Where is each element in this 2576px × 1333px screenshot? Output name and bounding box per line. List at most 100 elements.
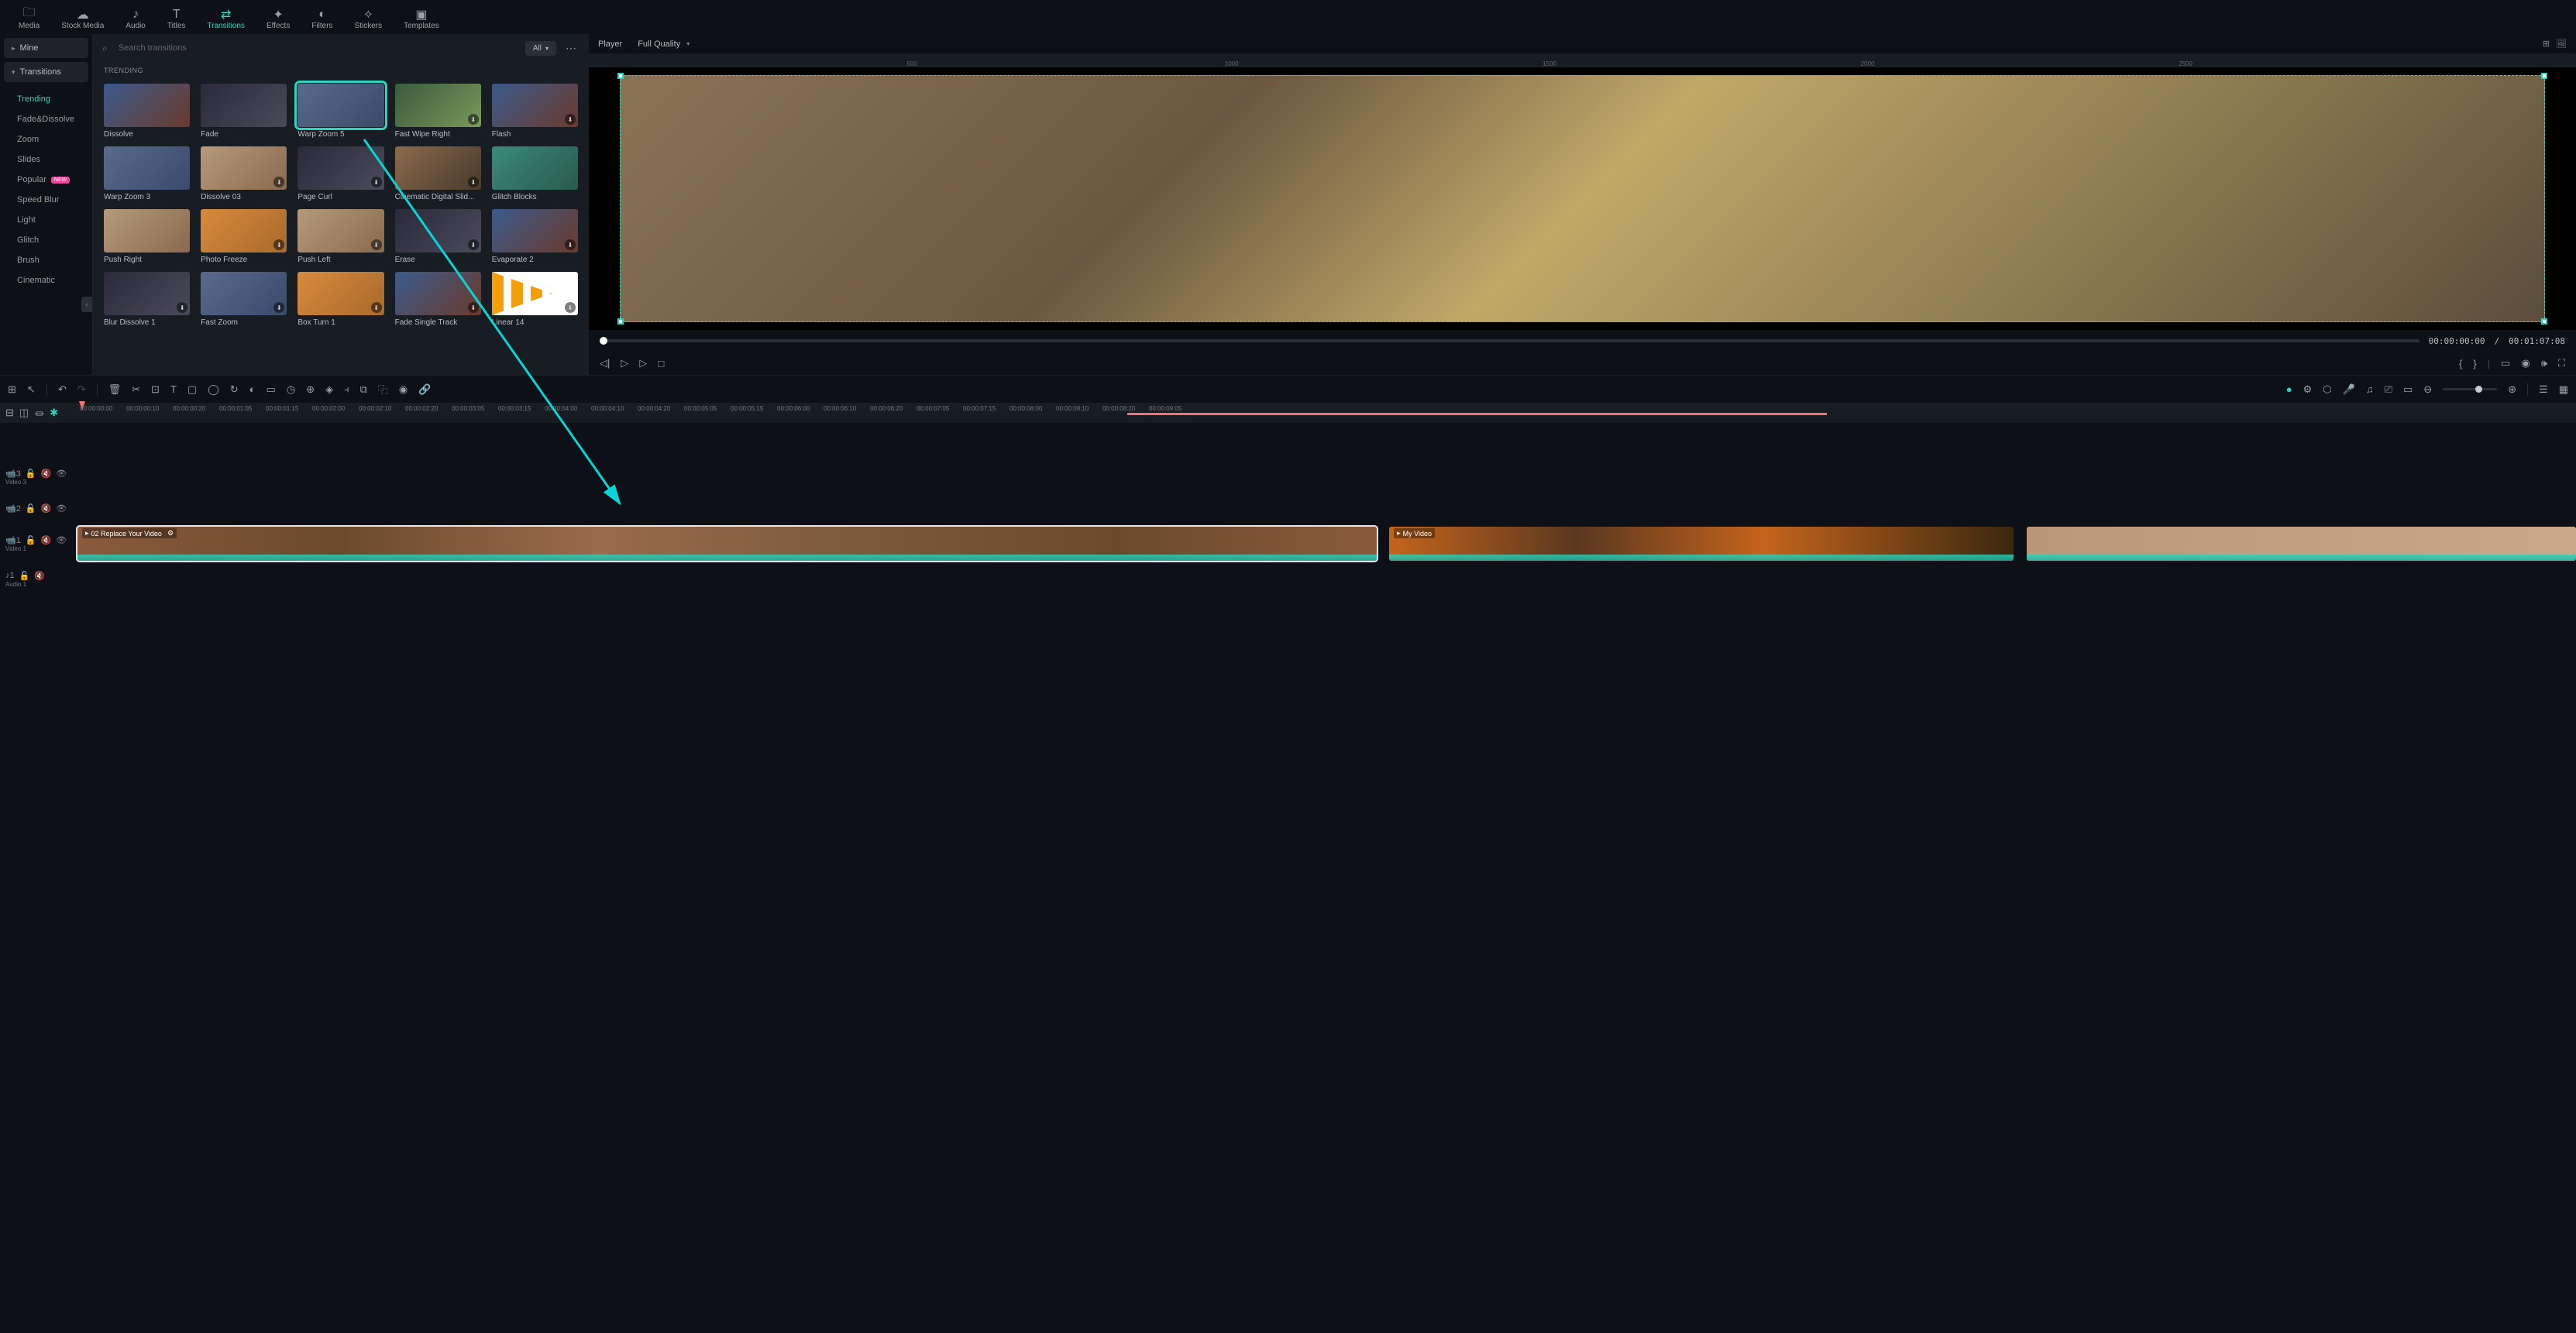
- transition-item[interactable]: ⬇Fast Wipe Right: [395, 84, 481, 139]
- download-icon[interactable]: ⬇: [273, 239, 284, 250]
- volume-icon[interactable]: 🕪: [2541, 357, 2547, 369]
- camera-icon[interactable]: 📹1: [5, 535, 21, 545]
- clip-third[interactable]: [2027, 527, 2576, 561]
- view-icon[interactable]: ▦: [2559, 383, 2568, 396]
- transition-thumb[interactable]: ⬇: [297, 209, 383, 253]
- transition-thumb[interactable]: ⬇: [395, 272, 481, 315]
- undo-icon[interactable]: ↶: [58, 383, 67, 396]
- delete-icon[interactable]: 🗑: [108, 383, 122, 396]
- more-icon[interactable]: ⋯: [562, 42, 580, 55]
- transition-item[interactable]: Dissolve: [104, 84, 190, 139]
- zoom-out-icon[interactable]: ⊖: [2423, 383, 2432, 396]
- adjust-icon[interactable]: ⫞: [344, 383, 349, 396]
- tab-transitions[interactable]: ⇄Transitions: [196, 5, 256, 33]
- transition-thumb[interactable]: ⬇: [492, 272, 578, 315]
- play2-icon[interactable]: ▷: [639, 357, 647, 369]
- music-tl-icon[interactable]: ♫: [2366, 383, 2374, 395]
- snapshot-icon[interactable]: ◉: [2521, 357, 2530, 369]
- handle-icon[interactable]: [617, 318, 624, 325]
- mute-icon[interactable]: 🔇: [34, 571, 45, 581]
- category-item[interactable]: Fade&Dissolve: [0, 109, 92, 129]
- copy-icon[interactable]: ⿻: [378, 382, 388, 397]
- text-tool-icon[interactable]: T: [170, 383, 177, 395]
- download-icon[interactable]: ⬇: [468, 177, 479, 187]
- download-icon[interactable]: ⬇: [371, 239, 382, 250]
- download-icon[interactable]: ⬇: [565, 239, 576, 250]
- transition-item[interactable]: ⬇Linear 14: [492, 272, 578, 327]
- tool1-icon[interactable]: ⊟: [5, 407, 14, 419]
- transition-item[interactable]: Warp Zoom 3: [104, 146, 190, 201]
- group-icon[interactable]: ⧉: [360, 383, 367, 396]
- zoom-slider[interactable]: [2443, 388, 2497, 390]
- download-icon[interactable]: ⬇: [565, 302, 576, 313]
- transition-item[interactable]: ⬇Cinematic Digital Slid...: [395, 146, 481, 201]
- screen-icon[interactable]: ▭: [267, 383, 276, 396]
- transition-thumb[interactable]: [104, 209, 190, 253]
- list-icon[interactable]: ☰: [2539, 383, 2548, 396]
- tab-stock-media[interactable]: ☁Stock Media: [50, 5, 115, 33]
- transition-item[interactable]: ⬇Dissolve 03: [201, 146, 287, 201]
- transition-item[interactable]: ⬇Fade Single Track: [395, 272, 481, 327]
- tab-templates[interactable]: ▣Templates: [393, 5, 450, 33]
- transition-thumb[interactable]: ⬇: [201, 146, 287, 190]
- transition-item[interactable]: ⬇Evaporate 2: [492, 209, 578, 264]
- eye-icon[interactable]: 👁: [56, 535, 67, 545]
- transition-thumb[interactable]: ⬇: [492, 209, 578, 253]
- transition-item[interactable]: ⬇Page Curl: [297, 146, 383, 201]
- transition-thumb[interactable]: ⬇: [297, 272, 383, 315]
- download-icon[interactable]: ⬇: [468, 302, 479, 313]
- grid-view-icon[interactable]: ⊞: [2543, 39, 2550, 49]
- transition-item[interactable]: ⬇Box Turn 1: [297, 272, 383, 327]
- quality-dropdown[interactable]: Full Quality▾: [638, 40, 690, 49]
- sidebar-transitions[interactable]: ▾Transitions: [4, 62, 88, 82]
- zoom-in-icon[interactable]: ⊕: [2508, 383, 2516, 396]
- transition-thumb[interactable]: ⬇: [201, 272, 287, 315]
- tab-audio[interactable]: ♪Audio: [115, 5, 156, 33]
- category-item[interactable]: Slides: [0, 149, 92, 170]
- transition-thumb[interactable]: ⬇: [395, 209, 481, 253]
- tab-filters[interactable]: ◐Filters: [301, 5, 343, 33]
- rect-icon[interactable]: ▢: [187, 383, 197, 396]
- transition-thumb[interactable]: ⬇: [297, 146, 383, 190]
- tab-effects[interactable]: ✦Effects: [256, 5, 301, 33]
- sidebar-mine[interactable]: ▸Mine: [4, 38, 88, 58]
- filter-dropdown[interactable]: All▾: [525, 41, 556, 56]
- image-icon[interactable]: 🖼: [2556, 39, 2567, 49]
- transition-item[interactable]: Glitch Blocks: [492, 146, 578, 201]
- select-tool-icon[interactable]: ⊞: [8, 383, 16, 396]
- transition-thumb[interactable]: ⬇: [395, 84, 481, 127]
- download-icon[interactable]: ⬇: [468, 239, 479, 250]
- audio-icon[interactable]: ♪1: [5, 571, 15, 581]
- transition-item[interactable]: Push Right: [104, 209, 190, 264]
- circle-icon[interactable]: ◯: [208, 383, 219, 396]
- focus-icon[interactable]: ⊕: [306, 383, 315, 396]
- search-input[interactable]: [114, 40, 519, 56]
- lock-icon[interactable]: 🔓: [19, 571, 30, 581]
- timer-icon[interactable]: ◷: [287, 383, 295, 396]
- zoom-thumb[interactable]: [2475, 386, 2482, 393]
- transition-thumb[interactable]: [201, 84, 287, 127]
- mute-icon[interactable]: 🔇: [41, 535, 52, 545]
- category-item[interactable]: Glitch: [0, 230, 92, 250]
- camera-icon[interactable]: 📹3: [5, 469, 21, 479]
- track-content[interactable]: ▸02 Replace Your Video⚙ ▸My Video: [77, 524, 2576, 564]
- transition-thumb[interactable]: [104, 146, 190, 190]
- prev-frame-icon[interactable]: ◁|: [600, 357, 610, 369]
- scrub-handle[interactable]: [600, 337, 607, 345]
- mic-icon[interactable]: 🎤: [2343, 383, 2355, 396]
- download-icon[interactable]: ⬇: [273, 177, 284, 187]
- eye-icon[interactable]: 👁: [56, 469, 67, 479]
- track-content[interactable]: [77, 493, 2576, 524]
- redo-icon[interactable]: ↷: [77, 383, 86, 396]
- fullscreen-icon[interactable]: ⛶: [2558, 357, 2565, 369]
- download-icon[interactable]: ⬇: [371, 302, 382, 313]
- track-content[interactable]: [77, 564, 2576, 595]
- link-icon[interactable]: 🔗: [418, 383, 431, 396]
- lock-icon[interactable]: 🔓: [26, 535, 36, 545]
- handle-icon[interactable]: [2541, 73, 2547, 79]
- transition-item[interactable]: ⬇Flash: [492, 84, 578, 139]
- category-item[interactable]: Zoom: [0, 129, 92, 149]
- category-item[interactable]: Brush: [0, 250, 92, 270]
- lock-icon[interactable]: 🔓: [26, 469, 36, 479]
- handle-icon[interactable]: [617, 73, 624, 79]
